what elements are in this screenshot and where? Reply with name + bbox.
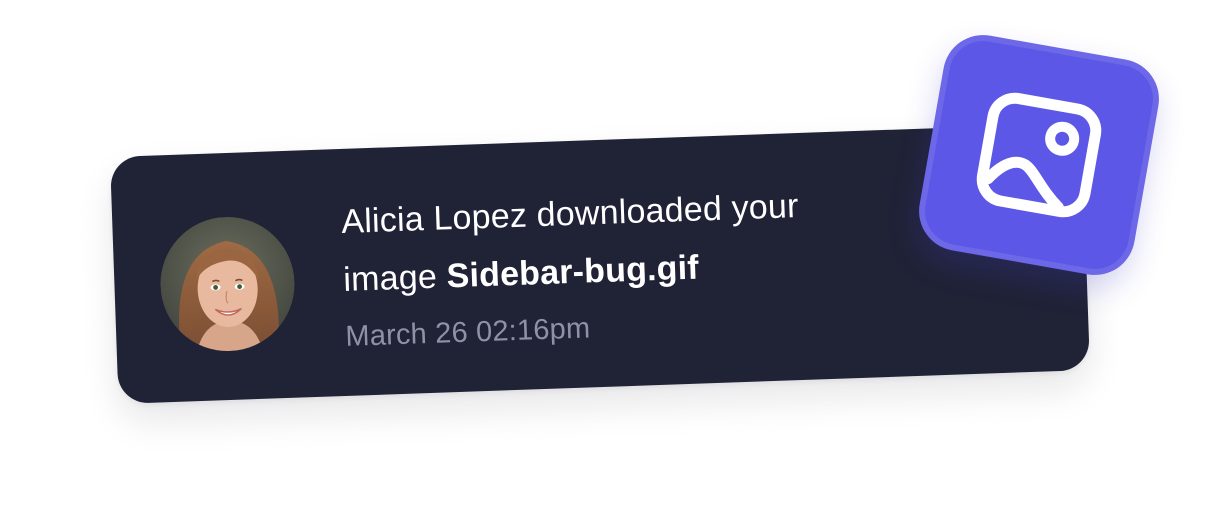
actor-name[interactable]: Alicia Lopez <box>341 197 528 241</box>
avatar <box>158 214 297 354</box>
notification-timestamp: March 26 02:16pm <box>344 312 591 353</box>
notification-message: Alicia Lopez downloaded your image Sideb… <box>340 173 904 308</box>
image-icon <box>976 92 1102 218</box>
avatar-photo <box>158 214 297 354</box>
file-name[interactable]: Sidebar-bug.gif <box>446 249 700 296</box>
image-badge <box>912 28 1166 282</box>
notification-stage: Alicia Lopez downloaded your image Sideb… <box>0 0 1211 532</box>
